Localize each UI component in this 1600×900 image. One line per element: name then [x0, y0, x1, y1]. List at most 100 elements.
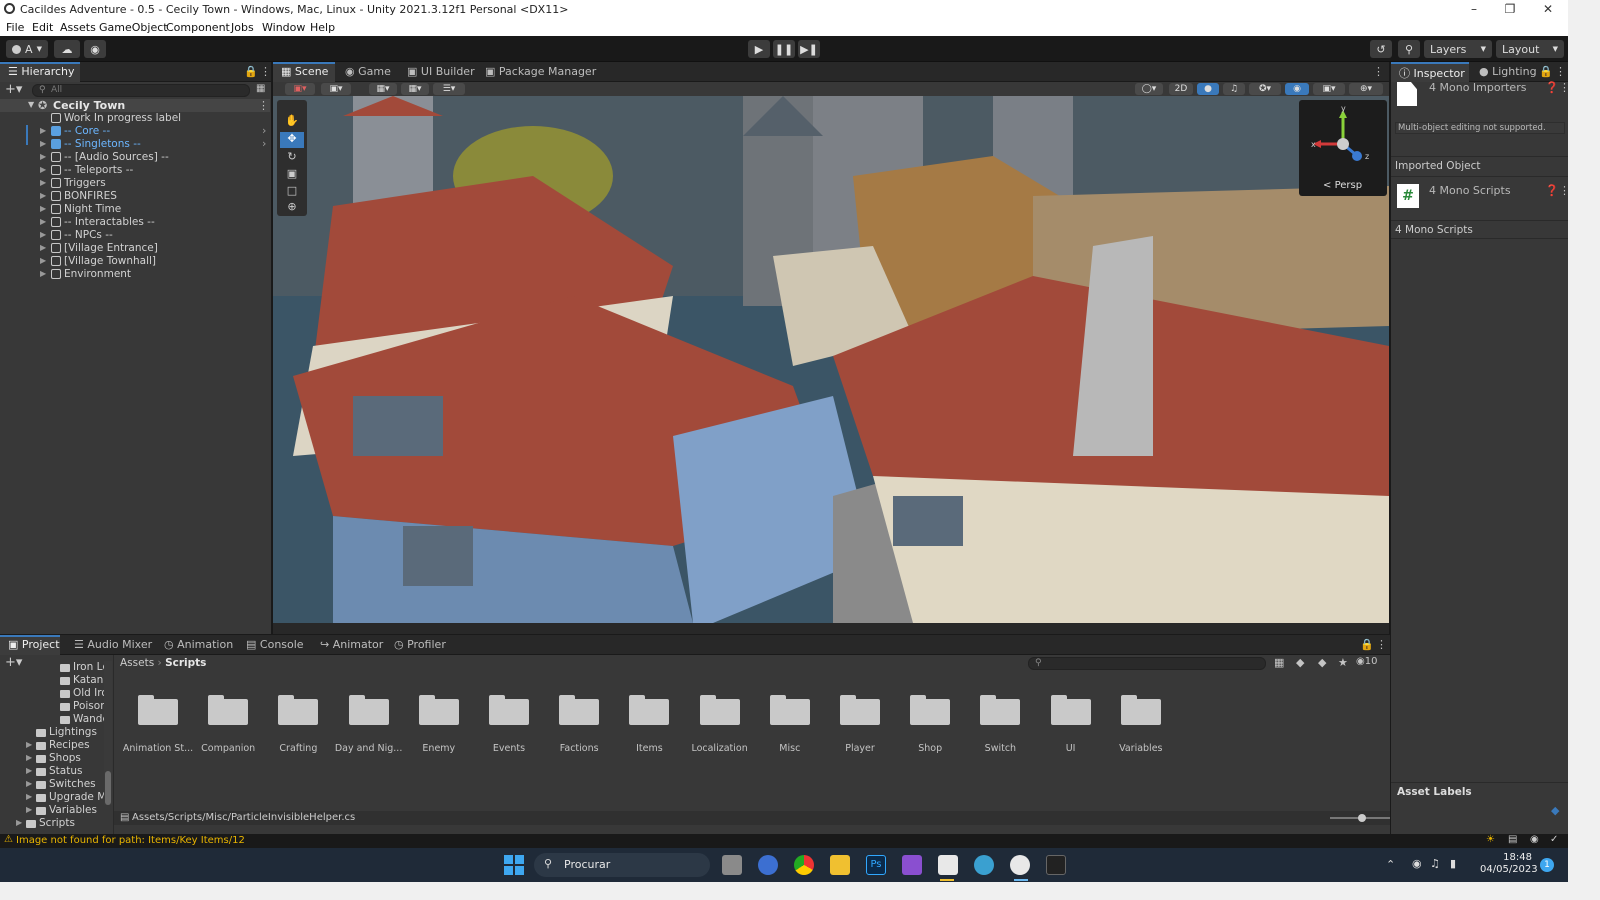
project-tree-item[interactable]: ▶ Variables [0, 804, 104, 817]
hierarchy-search-input[interactable]: ⚲ All [32, 84, 250, 97]
draw-mode-dropdown[interactable]: ▣▾ [285, 83, 315, 95]
collab-button[interactable]: ◉ [84, 40, 106, 58]
move-tool-icon[interactable]: ✥ [280, 132, 304, 148]
calendar-icon[interactable] [938, 855, 958, 875]
kebab-menu-icon[interactable]: ⋮ [260, 65, 271, 78]
close-button[interactable]: ✕ [1530, 0, 1566, 18]
shading-dropdown[interactable]: ▣▾ [321, 83, 351, 95]
tag-icon[interactable]: ◆ [1318, 656, 1326, 669]
hierarchy-item[interactable]: ▶ [Village Entrance] [0, 242, 270, 255]
terminal-icon[interactable] [1046, 855, 1066, 875]
star-icon[interactable]: ★ [1338, 656, 1348, 669]
step-button[interactable]: ▶❚ [798, 40, 820, 58]
render-mode-dropdown[interactable]: ◯▾ [1135, 83, 1163, 95]
project-tree-item[interactable]: ▶ Shops [0, 752, 104, 765]
chevron-right-icon[interactable]: ▶ [26, 740, 32, 749]
layers-dropdown[interactable]: Layers ▼ [1424, 40, 1492, 58]
hierarchy-item[interactable]: ▶ -- [Audio Sources] -- [0, 151, 270, 164]
folder-item[interactable]: Animation St... [122, 691, 194, 761]
chevron-right-icon[interactable]: ▶ [40, 178, 46, 187]
project-tree-item[interactable]: Old Iro [0, 687, 104, 700]
tree-scrollbar[interactable] [104, 661, 112, 805]
search-button[interactable]: ⚲ [1398, 40, 1420, 58]
rect-tool-icon[interactable]: □ [280, 184, 304, 200]
hierarchy-item[interactable]: ▶ Environment [0, 268, 270, 281]
pause-button[interactable]: ❚❚ [773, 40, 795, 58]
add-button[interactable]: +▾ [5, 82, 22, 97]
undo-history-button[interactable]: ↺ [1370, 40, 1392, 58]
menu-file[interactable]: File [6, 21, 24, 34]
folder-item[interactable]: Events [473, 691, 545, 761]
search-by-type-icon[interactable]: ▦ [1274, 656, 1284, 669]
network-icon[interactable]: ◉ [1530, 834, 1539, 845]
folder-item[interactable]: Enemy [403, 691, 475, 761]
photoshop-icon[interactable]: Ps [866, 855, 886, 875]
hand-tool-icon[interactable]: ✋ [280, 114, 304, 130]
notification-badge[interactable]: 1 [1540, 858, 1554, 872]
kebab-menu-icon[interactable]: ⋮ [258, 99, 269, 112]
task-view-icon[interactable] [722, 855, 742, 875]
help-icon[interactable]: ❓ [1545, 184, 1559, 197]
folder-item[interactable]: Player [824, 691, 896, 761]
chevron-right-icon[interactable]: ▶ [40, 126, 46, 135]
tab-profiler[interactable]: ◷ Profiler [386, 635, 450, 655]
hierarchy-item[interactable]: ▶ -- Teleports -- [0, 164, 270, 177]
project-tree-item[interactable]: ▶ Switches [0, 778, 104, 791]
lighting-toggle[interactable]: ● [1197, 83, 1219, 95]
chevron-right-icon[interactable]: ▶ [40, 204, 46, 213]
tab-scene[interactable]: ▦ Scene [273, 62, 335, 82]
scene-visibility-icon[interactable]: ▦ [256, 83, 265, 94]
projection-label[interactable]: < Persp [1323, 180, 1362, 191]
tab-game[interactable]: ◉ Game [337, 62, 399, 82]
chevron-right-icon[interactable]: ▶ [16, 818, 22, 827]
layout-dropdown[interactable]: Layout ▼ [1496, 40, 1564, 58]
folder-item[interactable]: Variables [1105, 691, 1177, 761]
tab-hierarchy[interactable]: ☰ Hierarchy [0, 62, 80, 82]
icon-size-slider[interactable] [1330, 814, 1390, 822]
tab-ui-builder[interactable]: ▣ UI Builder [399, 62, 475, 82]
chevron-right-icon[interactable]: ▶ [40, 191, 46, 200]
battery-icon[interactable]: ▮ [1450, 857, 1456, 870]
lock-icon[interactable]: 🔒 [244, 65, 258, 78]
project-tree-item[interactable]: ▶ Status [0, 765, 104, 778]
menu-gameobject[interactable]: GameObject [99, 21, 168, 34]
scene-viewport[interactable]: ✋ ✥ ↻ ▣ □ ⊕ y x z < Persp [273, 96, 1389, 623]
volume-icon[interactable]: ♫ [1430, 857, 1440, 870]
file-explorer-icon[interactable] [830, 855, 850, 875]
hidden-count[interactable]: ◉10 [1356, 656, 1377, 667]
windows-start-icon[interactable] [504, 855, 524, 875]
taskbar-search[interactable]: ⚲ Procurar [534, 853, 710, 877]
tab-lighting[interactable]: ● Lighting [1471, 62, 1541, 82]
chevron-right-icon[interactable]: ▶ [40, 243, 46, 252]
globe-icon[interactable] [974, 855, 994, 875]
tab-animation[interactable]: ◷ Animation [156, 635, 233, 655]
chevron-right-icon[interactable]: ▶ [26, 753, 32, 762]
grid-snap-dropdown[interactable]: ▦▾ [369, 83, 397, 95]
tab-package-manager[interactable]: ▣ Package Manager [477, 62, 596, 82]
chevron-right-icon[interactable]: ▶ [26, 779, 32, 788]
cache-icon[interactable]: ▤ [1508, 834, 1517, 845]
project-tree-item[interactable]: Iron Lc [0, 661, 104, 674]
folder-item[interactable]: Misc [754, 691, 826, 761]
minimize-button[interactable]: – [1456, 0, 1492, 18]
menu-window[interactable]: Window [262, 21, 305, 34]
hierarchy-item[interactable]: ▶ [Village Townhall] [0, 255, 270, 268]
rotate-tool-icon[interactable]: ↻ [280, 150, 304, 166]
hierarchy-item[interactable]: ▶ BONFIRES [0, 190, 270, 203]
hierarchy-item[interactable]: Work In progress label [0, 112, 270, 125]
kebab-menu-icon[interactable]: ⋮ [1376, 638, 1387, 651]
chevron-right-icon[interactable]: ▶ [40, 152, 46, 161]
folder-item[interactable]: Shop [894, 691, 966, 761]
chevron-up-icon[interactable]: ⌃ [1386, 858, 1395, 871]
clock[interactable]: 18:48 04/05/2023 [1480, 852, 1538, 876]
effects-dropdown[interactable]: ✪▾ [1249, 83, 1281, 95]
breadcrumb-scripts[interactable]: Scripts [165, 657, 206, 669]
hidden-objects-toggle[interactable]: ◉ [1285, 83, 1309, 95]
project-tree-item[interactable]: Wande [0, 713, 104, 726]
chevron-right-icon[interactable]: ▶ [40, 230, 46, 239]
transform-tool-icon[interactable]: ⊕ [280, 200, 304, 216]
tag-icon[interactable]: ◆ [1551, 804, 1559, 817]
hierarchy-item[interactable]: ▶ -- Interactables -- [0, 216, 270, 229]
menu-jobs[interactable]: Jobs [231, 21, 254, 34]
project-tree-item[interactable]: Katana [0, 674, 104, 687]
